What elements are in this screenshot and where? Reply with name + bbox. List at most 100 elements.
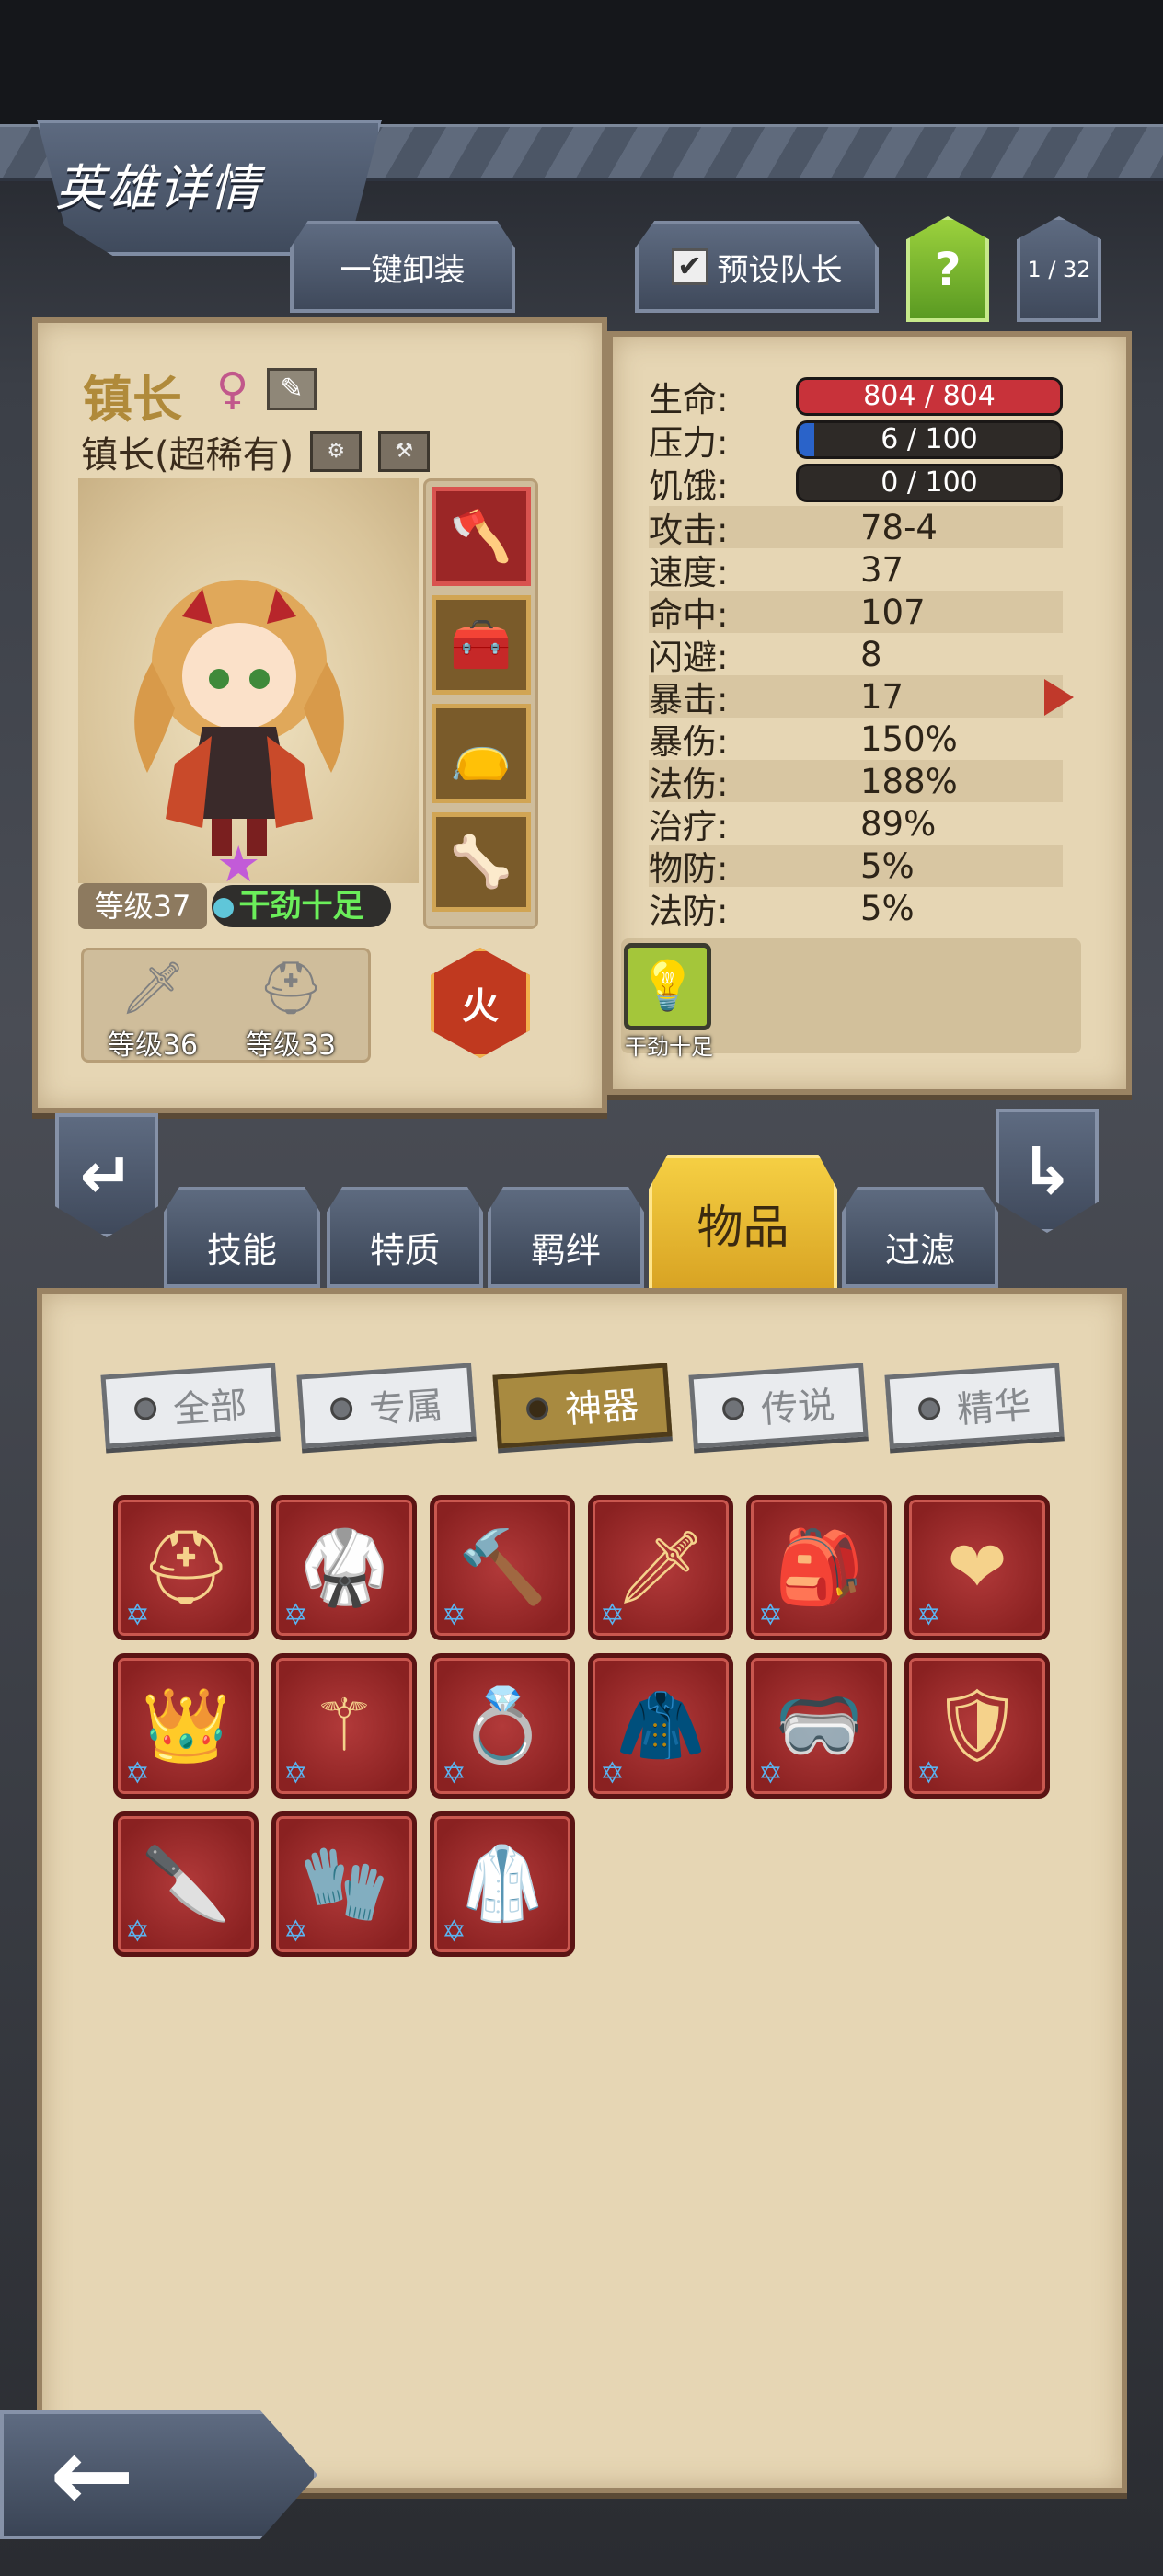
mood-indicator [213,898,234,918]
health-bar: 804 / 804 [796,377,1063,416]
tier-star-icon: ✡ [283,1914,308,1949]
radio-dot-icon [133,1397,157,1421]
mood-status: 干劲十足 [212,885,391,927]
hero-portrait [134,580,344,856]
hero-class: 镇长(超稀有) [81,434,294,477]
hood-icon: ⛑ [140,1525,232,1609]
sword-icon: 🗡 [120,959,186,1018]
item-coat[interactable]: 🥼 ✡ [430,1811,575,1957]
tier-star-icon: ✡ [125,1914,150,1949]
filter-legendary[interactable]: 传说 [688,1363,869,1449]
unequip-all-button[interactable]: 一键卸装 [290,221,515,313]
crown-icon: 👑 [141,1684,231,1767]
staff-icon: ⚚ [312,1685,376,1767]
stat-value: 150% [860,719,958,759]
item-sword[interactable]: 🗡 ✡ [588,1495,733,1640]
filter-label: 专属 [367,1384,444,1432]
filter-essence[interactable]: 精华 [884,1363,1065,1449]
next-hero-button[interactable]: ↳ [996,1109,1099,1233]
equipment-column: 🪓 🧰 👝 🦴 [423,478,538,929]
stat-row: 攻击: 78-4 [649,506,1063,550]
tier-star-icon: ✡ [916,1755,941,1790]
tier-star-icon: ✡ [125,1597,150,1632]
stat-value: 107 [860,592,926,632]
hero-level: 等级37 [78,883,207,929]
back-button[interactable]: ← [0,2410,317,2539]
stat-row: 暴击: 17 [649,675,1063,719]
equip-slot-bag[interactable]: 👝 [432,704,531,803]
tier-star-icon: ✡ [442,1914,466,1949]
stat-value: 89% [860,803,937,844]
filter-label: 全部 [171,1384,248,1432]
item-heart[interactable]: ❤ ✡ [904,1495,1050,1640]
ring-icon: 💍 [457,1684,547,1767]
tier-star-icon: ✡ [125,1755,150,1790]
rename-button[interactable]: ✎ [267,368,317,410]
stat-value: 5% [860,888,915,928]
helmet-icon: ⛑ [258,959,324,1018]
filter-all[interactable]: 全部 [100,1363,281,1449]
health-value: 804 / 804 [863,380,996,412]
tier-star-icon: ✡ [283,1755,308,1790]
tier-star-icon: ✡ [442,1597,466,1632]
page-title: 英雄详情 [55,159,261,217]
cloak-icon: 🧥 [616,1684,706,1767]
tab-items[interactable]: 物品 [649,1155,837,1293]
equip-slot-chest[interactable]: 🧰 [432,595,531,695]
goggles-icon: 🥽 [774,1684,864,1767]
stat-row: 暴伤: 150% [649,718,1063,763]
item-hood[interactable]: ⛑ ✡ [113,1495,259,1640]
equip-slot-mask[interactable]: 🦴 [432,812,531,912]
item-ring[interactable]: 💍 ✡ [430,1653,575,1799]
tier-star-icon: ✡ [600,1597,625,1632]
hero-name: 镇长 [83,371,182,429]
weapon-gear[interactable]: 🗡 等级36 [84,958,222,1063]
tier-star-icon: ✡ [916,1597,941,1632]
help-button[interactable]: ? [906,216,989,322]
stat-detail-arrow-icon[interactable] [1044,679,1074,716]
stat-row: 速度: 37 [649,548,1063,593]
class-info-icon[interactable]: ⚙ [310,431,363,472]
tab-skills[interactable]: 技能 [164,1187,320,1288]
filter-artifact[interactable]: 神器 [492,1363,673,1449]
class-skill-icon[interactable]: ⚒ [378,431,431,472]
stat-value: 37 [860,549,904,590]
filter-exclusive[interactable]: 专属 [296,1363,477,1449]
item-cloak[interactable]: 🧥 ✡ [588,1653,733,1799]
armor-icon: 🥋 [299,1525,389,1609]
item-helmet[interactable]: 🛡 ✡ [904,1653,1050,1799]
gender-icon: ♀ [216,363,249,415]
trait-label: 干劲十足 [625,1034,713,1060]
stat-row: 治疗: 89% [649,802,1063,847]
stat-value: 78-4 [860,507,938,547]
filter-label: 传说 [759,1384,836,1432]
armor-gear[interactable]: ⛑ 等级33 [222,958,360,1063]
coat-icon: 🥼 [457,1842,547,1926]
prev-hero-button[interactable]: ↵ [55,1113,158,1237]
item-hammer[interactable]: 🔨 ✡ [430,1495,575,1640]
mood-trait-icon[interactable]: 💡 [624,943,711,1030]
item-staff[interactable]: ⚚ ✡ [271,1653,417,1799]
item-goggles[interactable]: 🥽 ✡ [746,1653,892,1799]
helmet-icon: 🛡 [931,1684,1023,1767]
stat-value: 188% [860,761,958,801]
item-gauntlet[interactable]: 🧤 ✡ [271,1811,417,1957]
tier-star-icon: ✡ [758,1597,783,1632]
hammer-icon: 🔨 [457,1525,547,1609]
tab-bonds[interactable]: 羁绊 [488,1187,644,1288]
gauntlet-icon: 🧤 [299,1842,389,1926]
checkbox-icon[interactable]: ✔ [671,248,708,285]
tier-star-icon: ✡ [442,1755,466,1790]
tab-filter[interactable]: 过滤 [842,1187,998,1288]
stat-row: 法伤: 188% [649,760,1063,804]
item-backpack[interactable]: 🎒 ✡ [746,1495,892,1640]
equip-slot-axe[interactable]: 🪓 [432,487,531,586]
item-dagger[interactable]: 🔪 ✡ [113,1811,259,1957]
preset-captain-toggle[interactable]: ✔ 预设队长 [635,221,879,313]
sword-icon: 🗡 [615,1525,707,1609]
tab-traits[interactable]: 特质 [327,1187,483,1288]
item-armor[interactable]: 🥋 ✡ [271,1495,417,1640]
item-crown[interactable]: 👑 ✡ [113,1653,259,1799]
stress-bar: 6 / 100 [796,420,1063,459]
filter-label: 神器 [563,1384,640,1432]
